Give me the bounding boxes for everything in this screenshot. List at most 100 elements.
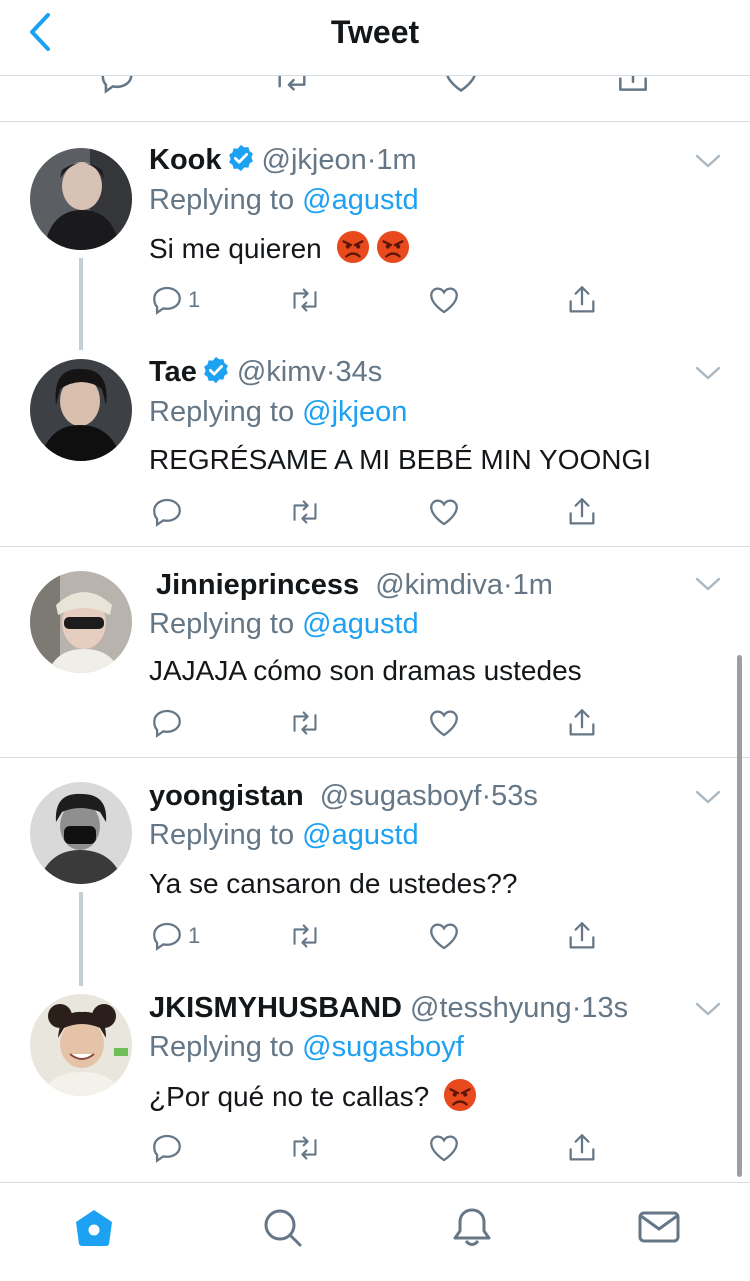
replying-to: Replying to @agustd: [149, 182, 419, 218]
share-icon[interactable]: [614, 76, 652, 96]
separator-dot: ·: [325, 356, 336, 388]
like-button[interactable]: [427, 490, 461, 534]
avatar[interactable]: [30, 148, 132, 250]
tweet-text-content: Si me quieren: [149, 233, 322, 264]
mention-link[interactable]: @agustd: [302, 819, 419, 851]
retweet-button[interactable]: [288, 701, 322, 745]
retweet-icon[interactable]: [272, 76, 312, 96]
tab-notifications[interactable]: [450, 1205, 494, 1249]
share-icon: [569, 922, 595, 949]
reply-count: 1: [188, 923, 201, 948]
like-button[interactable]: [427, 278, 461, 322]
handle[interactable]: @sugasboyf: [320, 780, 482, 812]
chevron-down-icon[interactable]: [694, 575, 722, 593]
tweet-actions: [0, 490, 750, 534]
display-name[interactable]: Jinnieprincess: [156, 569, 359, 601]
angry-face-emoji-icon: [376, 230, 409, 264]
handle[interactable]: @tesshyung: [410, 992, 572, 1024]
timestamp: 13s: [581, 992, 629, 1024]
tweet[interactable]: Jinnieprincess @kimdiva·1m Replying to @…: [0, 547, 750, 757]
reply-button[interactable]: [150, 701, 184, 745]
mention-link[interactable]: @sugasboyf: [302, 1031, 464, 1063]
page-title: Tweet: [330, 14, 420, 50]
angry-face-emoji-icon: [443, 1078, 477, 1112]
tweet-text-content: JAJAJA cómo son dramas ustedes: [149, 655, 582, 686]
retweet-icon: [293, 1136, 317, 1160]
handle[interactable]: @jkjeon: [262, 144, 367, 176]
chevron-down-icon[interactable]: [694, 152, 722, 170]
replying-to: Replying to @sugasboyf: [149, 1029, 464, 1065]
retweet-button[interactable]: [288, 490, 322, 534]
display-name[interactable]: JKISMYHUSBAND: [149, 992, 402, 1024]
tweet-header: Tae @kimv·34s: [149, 354, 382, 390]
display-name[interactable]: Kook: [149, 144, 222, 176]
scrollbar[interactable]: [737, 655, 742, 1177]
mention-link[interactable]: @jkjeon: [302, 396, 407, 428]
replying-to: Replying to @agustd: [149, 606, 419, 642]
search-icon: [264, 1209, 302, 1247]
replying-to: Replying to @jkjeon: [149, 394, 407, 430]
mention-link[interactable]: @agustd: [302, 184, 419, 216]
separator-dot: ·: [366, 144, 377, 176]
tab-home[interactable]: [72, 1205, 116, 1249]
reply-count: 1: [188, 287, 201, 312]
tab-messages[interactable]: [637, 1205, 681, 1249]
tweet-text-content: Ya se cansaron de ustedes??: [149, 868, 518, 899]
tweet-text: ¿Por qué no te callas?: [149, 1078, 477, 1115]
share-button[interactable]: [565, 914, 599, 958]
chevron-down-icon[interactable]: [694, 364, 722, 382]
display-name[interactable]: Tae: [149, 356, 197, 388]
reply-icon[interactable]: [98, 76, 136, 96]
like-icon: [430, 923, 458, 950]
tweet-text: Si me quieren: [149, 230, 410, 267]
like-icon[interactable]: [442, 76, 480, 96]
share-button[interactable]: [565, 1126, 599, 1170]
retweet-icon: [293, 924, 317, 948]
tweet-header: JKISMYHUSBAND @tesshyung·13s: [149, 990, 628, 1026]
reply-button[interactable]: [150, 490, 184, 534]
retweet-button[interactable]: [288, 1126, 322, 1170]
avatar[interactable]: [30, 359, 132, 461]
retweet-button[interactable]: [288, 278, 322, 322]
reply-button[interactable]: 1: [150, 278, 200, 322]
avatar[interactable]: [30, 782, 132, 884]
separator-dot: ·: [571, 992, 582, 1024]
share-icon: [569, 498, 595, 525]
avatar[interactable]: [30, 994, 132, 1096]
tab-search[interactable]: [260, 1205, 304, 1249]
verified-badge-icon: [228, 144, 253, 172]
replying-to-label: Replying to: [149, 608, 295, 640]
reply-button[interactable]: 1: [150, 914, 200, 958]
like-button[interactable]: [427, 1126, 461, 1170]
tweet[interactable]: yoongistan @sugasboyf·53s Replying to @a…: [0, 758, 750, 986]
messages-icon: [638, 1211, 680, 1243]
angry-face-emoji-icon: [336, 230, 369, 264]
reply-button[interactable]: [150, 1126, 184, 1170]
tweet[interactable]: Kook @jkjeon·1m Replying to @agustd Si me…: [0, 124, 750, 350]
tweet-header: Jinnieprincess @kimdiva·1m: [156, 567, 553, 603]
handle[interactable]: @kimv: [237, 356, 326, 388]
avatar[interactable]: [30, 571, 132, 673]
mention-link[interactable]: @agustd: [302, 608, 419, 640]
like-icon: [430, 710, 458, 737]
handle[interactable]: @kimdiva: [375, 569, 503, 601]
replying-to-label: Replying to: [149, 396, 295, 428]
reply-icon: [153, 498, 181, 527]
like-button[interactable]: [427, 914, 461, 958]
share-button[interactable]: [565, 278, 599, 322]
tweet-actions: [0, 701, 750, 745]
share-button[interactable]: [565, 490, 599, 534]
share-button[interactable]: [565, 701, 599, 745]
tweet-actions: 1: [0, 914, 750, 958]
reply-icon: [153, 1134, 181, 1163]
tweet[interactable]: JKISMYHUSBAND @tesshyung·13s Replying to…: [0, 970, 750, 1182]
chevron-down-icon[interactable]: [694, 788, 722, 806]
chevron-down-icon[interactable]: [694, 1000, 722, 1018]
tweet-actions: 1: [0, 278, 750, 322]
like-button[interactable]: [427, 701, 461, 745]
like-icon: [430, 499, 458, 526]
retweet-button[interactable]: [288, 914, 322, 958]
tweet[interactable]: Tae @kimv·34s Replying to @jkjeon REGRÉSA…: [0, 336, 750, 546]
display-name[interactable]: yoongistan: [149, 780, 304, 812]
replying-to-label: Replying to: [149, 184, 295, 216]
